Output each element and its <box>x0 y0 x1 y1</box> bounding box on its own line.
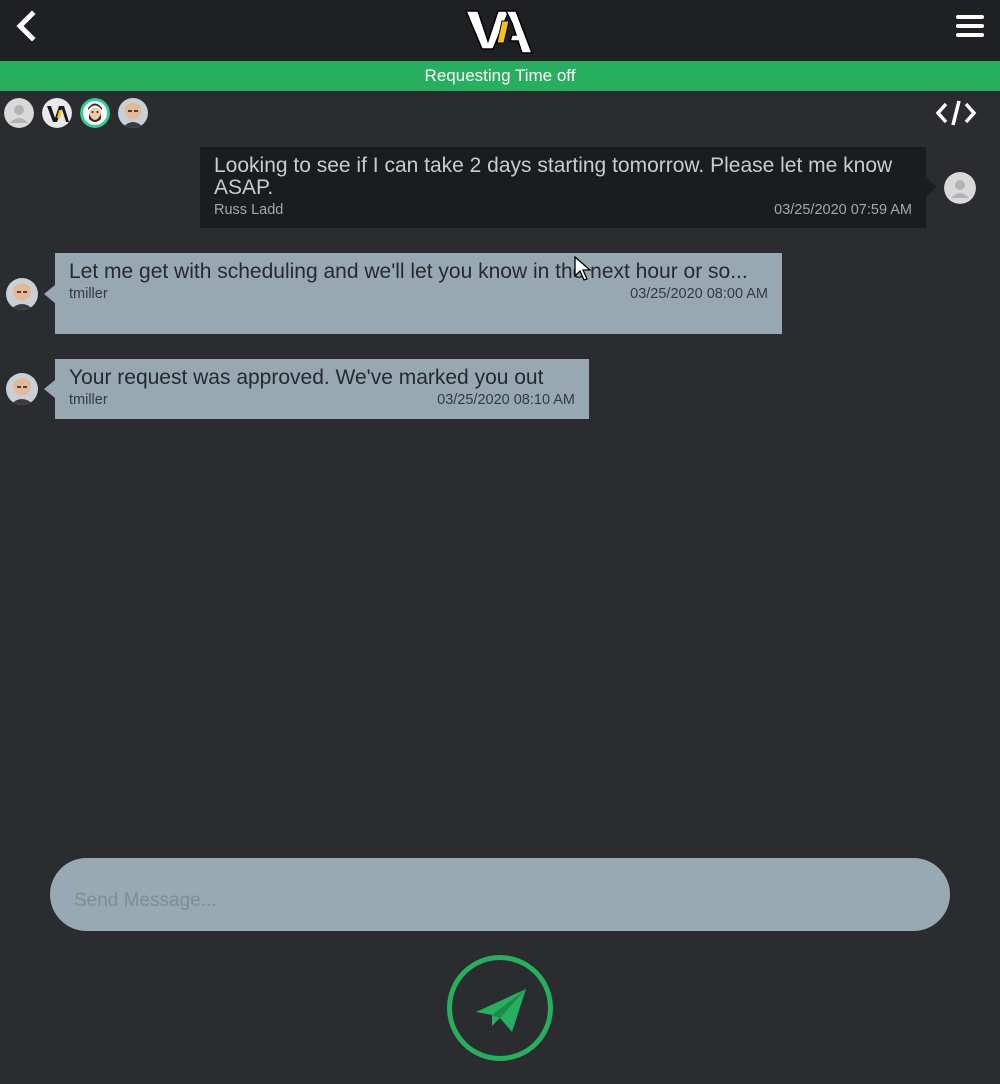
bubble-tail <box>926 178 937 196</box>
code-icon <box>935 100 977 126</box>
code-button[interactable] <box>935 96 977 130</box>
participant-avatar-via[interactable] <box>42 98 72 128</box>
message-author: tmiller <box>69 392 108 408</box>
message-input[interactable] <box>50 858 950 931</box>
mouse-cursor-icon <box>574 256 592 281</box>
chevron-left-icon <box>16 10 36 42</box>
message-avatar[interactable] <box>944 172 976 204</box>
participants-row <box>0 91 1000 135</box>
paper-plane-icon <box>476 989 526 1032</box>
message-text: Your request was approved. We've marked … <box>69 366 544 389</box>
top-bar <box>0 0 1000 61</box>
avatar <box>6 373 38 405</box>
person-icon <box>944 172 976 204</box>
participant-avatar-photo[interactable] <box>118 98 148 128</box>
message-avatar[interactable] <box>6 373 38 405</box>
message-text: Looking to see if I can take 2 days star… <box>214 154 893 199</box>
back-button[interactable] <box>8 8 44 44</box>
bubble-tail <box>44 380 55 398</box>
message-bubble: Looking to see if I can take 2 days star… <box>200 147 926 228</box>
message-timestamp: 03/25/2020 07:59 AM <box>774 202 912 218</box>
bubble-tail <box>44 285 55 303</box>
message-bubble: Let me get with scheduling and we'll let… <box>55 253 782 334</box>
message-bubble: Your request was approved. We've marked … <box>55 359 589 419</box>
message-timestamp: 03/25/2020 08:00 AM <box>630 286 768 302</box>
via-logo <box>462 3 538 57</box>
via-logo-icon <box>42 98 72 128</box>
person-icon <box>4 98 34 128</box>
send-button[interactable] <box>447 955 553 1061</box>
participant-avatar-bearded[interactable] <box>80 98 110 128</box>
message-text: Let me get with scheduling and we'll let… <box>69 260 748 283</box>
avatar <box>80 98 110 128</box>
avatar <box>118 98 148 128</box>
message-author: Russ Ladd <box>214 202 284 218</box>
message-avatar[interactable] <box>6 278 38 310</box>
menu-button[interactable] <box>954 12 988 40</box>
participant-avatar-default[interactable] <box>4 98 34 128</box>
conversation-title: Requesting Time off <box>0 61 1000 91</box>
avatar <box>6 278 38 310</box>
message-author: tmiller <box>69 286 108 302</box>
message-timestamp: 03/25/2020 08:10 AM <box>437 392 575 408</box>
hamburger-menu-icon <box>956 15 984 37</box>
